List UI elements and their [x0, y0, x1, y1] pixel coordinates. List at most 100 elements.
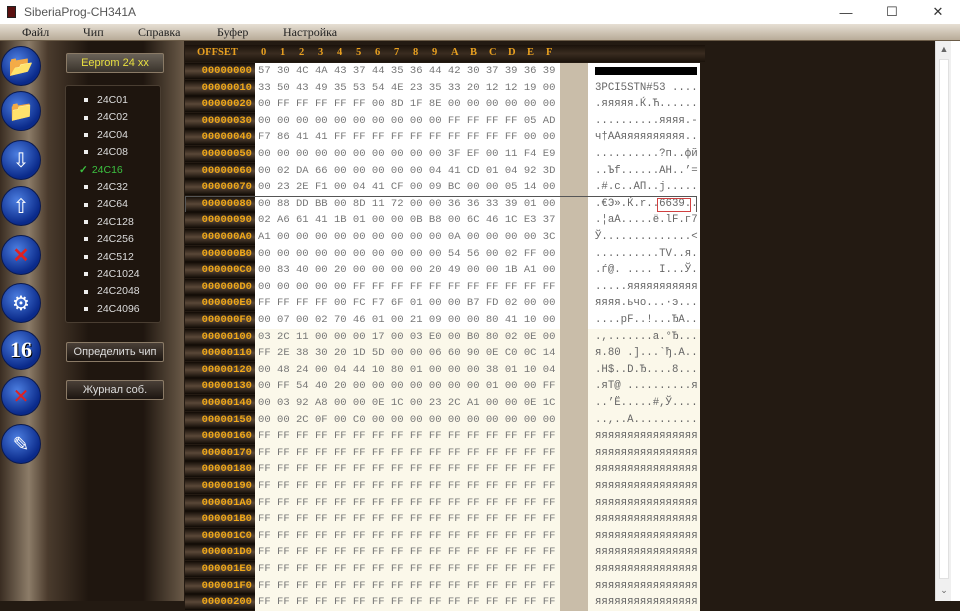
- row-bytes[interactable]: FF FF FF FF FF FF FF FF FF FF FF FF FF F…: [255, 561, 560, 578]
- row-ascii[interactable]: ч†AAяяяяяяяяяя..: [588, 129, 700, 147]
- row-bytes[interactable]: 00 07 00 02 70 46 01 00 21 09 00 00 80 4…: [255, 312, 560, 329]
- event-log-button[interactable]: Журнал соб.: [66, 380, 164, 400]
- row-bytes[interactable]: 03 2C 11 00 00 00 17 00 03 E0 00 B0 80 0…: [255, 328, 560, 346]
- row-ascii[interactable]: яяяяяяяяяяяяяяяя: [588, 527, 700, 545]
- hex-row[interactable]: 00000040 F7 86 41 41 FF FF FF FF FF FF F…: [185, 129, 700, 147]
- chip-item-24c512[interactable]: 24C512: [84, 249, 134, 265]
- row-bytes[interactable]: F7 86 41 41 FF FF FF FF FF FF FF FF FF F…: [255, 129, 560, 147]
- row-ascii[interactable]: ..........TV..я.: [588, 245, 700, 263]
- row-bytes[interactable]: FF FF FF FF FF FF FF FF FF FF FF FF FF F…: [255, 527, 560, 545]
- edit-icon[interactable]: ✎: [1, 424, 41, 464]
- hex-row[interactable]: 000001E0 FF FF FF FF FF FF FF FF FF FF F…: [185, 561, 700, 578]
- row-bytes[interactable]: 00 48 24 00 04 44 10 80 01 00 00 00 38 0…: [255, 361, 560, 379]
- row-ascii[interactable]: ..........яяяя.-: [588, 112, 700, 130]
- chip-item-24c1024[interactable]: 24C1024: [84, 266, 140, 282]
- row-ascii[interactable]: яяяяяяяяяяяяяяяя: [588, 444, 700, 462]
- hex-row[interactable]: 000000A0 A1 00 00 00 00 00 00 00 00 00 0…: [185, 229, 700, 246]
- row-ascii[interactable]: я.80 .]...`ђ.А..: [588, 345, 700, 363]
- row-bytes[interactable]: 00 88 DD BB 00 8D 11 72 00 00 36 36 33 3…: [255, 195, 560, 213]
- row-bytes[interactable]: 02 A6 61 41 1B 01 00 00 0B B8 00 6C 46 1…: [255, 212, 560, 230]
- hex-row[interactable]: 00000150 00 00 2C 0F 00 C0 00 00 00 00 0…: [185, 411, 700, 429]
- row-bytes[interactable]: 00 00 00 00 00 00 00 00 00 00 3F EF 00 1…: [255, 146, 560, 163]
- hex-row[interactable]: 00000070 00 23 2E F1 00 04 41 CF 00 09 B…: [185, 179, 700, 197]
- hex-row[interactable]: 000001A0 FF FF FF FF FF FF FF FF FF FF F…: [185, 494, 700, 512]
- row-bytes[interactable]: 00 00 2C 0F 00 C0 00 00 00 00 00 00 00 0…: [255, 411, 560, 429]
- chip-item-24c256[interactable]: 24C256: [84, 231, 134, 247]
- row-bytes[interactable]: 00 02 DA 66 00 00 00 00 00 04 41 CD 01 0…: [255, 162, 560, 180]
- row-ascii[interactable]: ..........?п..фй: [588, 146, 700, 163]
- hex-row[interactable]: 000000C0 00 83 40 00 20 00 00 00 00 20 4…: [185, 262, 700, 280]
- hex-row[interactable]: 00000160 FF FF FF FF FF FF FF FF FF FF F…: [185, 428, 700, 446]
- hex-row[interactable]: 00000130 00 FF 54 40 20 00 00 00 00 00 0…: [185, 378, 700, 396]
- chip-item-24c2048[interactable]: 24C2048: [84, 283, 140, 299]
- hex-row[interactable]: 00000060 00 02 DA 66 00 00 00 00 00 04 4…: [185, 162, 700, 180]
- hex-editor[interactable]: OFFSET 0 1 2 3 4 5 6 7 8 9 ABCDEF 00000000 57 30 4…: [185, 41, 935, 611]
- row-bytes[interactable]: FF FF FF FF FF FF FF FF FF FF FF FF FF F…: [255, 544, 560, 562]
- row-bytes[interactable]: FF FF FF FF FF FF FF FF FF FF FF FF FF F…: [255, 577, 560, 595]
- row-ascii[interactable]: яяяяяяяяяяяяяяяя: [588, 461, 700, 479]
- row-bytes[interactable]: FF FF FF FF FF FF FF FF FF FF FF FF FF F…: [255, 461, 560, 479]
- row-ascii[interactable]: яяяя.ьчo...·э...: [588, 295, 700, 313]
- chip-item-24c4096[interactable]: 24C4096: [84, 301, 140, 317]
- hex-row[interactable]: 00000100 03 2C 11 00 00 00 17 00 03 E0 0…: [185, 328, 700, 346]
- row-ascii[interactable]: 3PCI5STN#53 ....: [588, 79, 700, 97]
- hex-row[interactable]: 000001D0 FF FF FF FF FF FF FF FF FF FF F…: [185, 544, 700, 562]
- row-bytes[interactable]: 00 23 2E F1 00 04 41 CF 00 09 BC 00 00 0…: [255, 179, 560, 197]
- hex-row[interactable]: 00000110 FF 2E 38 30 20 1D 5D 00 00 06 6…: [185, 345, 700, 363]
- menu-buffer[interactable]: Буфер: [217, 25, 248, 40]
- hex-row[interactable]: 00000120 00 48 24 00 04 44 10 80 01 00 0…: [185, 361, 700, 379]
- row-bytes[interactable]: 00 00 00 00 00 FF FF FF FF FF FF FF FF F…: [255, 278, 560, 296]
- hex-row[interactable]: 00000000 57 30 4C 4A 43 37 44 35 36 44 4…: [185, 63, 700, 80]
- hex-row[interactable]: 000000E0 FF FF FF FF 00 FC F7 6F 01 00 0…: [185, 295, 700, 313]
- row-bytes[interactable]: FF 2E 38 30 20 1D 5D 00 00 06 60 90 0E C…: [255, 345, 560, 363]
- row-ascii[interactable]: ....pF..!...ЂA..: [588, 312, 700, 329]
- row-ascii[interactable]: .¦aA.....ё.lF.г7: [588, 212, 700, 230]
- row-ascii[interactable]: .яT@ ..........я: [588, 378, 700, 396]
- chip-item-24c128[interactable]: 24C128: [84, 214, 134, 230]
- row-ascii[interactable]: Ў..............<: [588, 229, 700, 246]
- row-ascii[interactable]: яяяяяяяяяяяяяяяя: [588, 511, 700, 529]
- scroll-up-icon[interactable]: ▲: [936, 44, 952, 54]
- chip-type-button[interactable]: Eeprom 24 xx: [66, 53, 164, 73]
- erase-chip-icon[interactable]: ✕: [1, 235, 41, 275]
- hex-row[interactable]: 00000190 FF FF FF FF FF FF FF FF FF FF F…: [185, 478, 700, 495]
- chip-item-24c02[interactable]: 24C02: [84, 109, 128, 125]
- maximize-button[interactable]: ☐: [869, 0, 915, 24]
- open-file-icon[interactable]: 📂: [1, 46, 41, 86]
- hex-row[interactable]: 000001F0 FF FF FF FF FF FF FF FF FF FF F…: [185, 577, 700, 595]
- row-bytes[interactable]: FF FF FF FF FF FF FF FF FF FF FF FF FF F…: [255, 511, 560, 529]
- row-ascii[interactable]: яяяяяяяяяяяяяяяя: [588, 594, 700, 611]
- row-ascii[interactable]: ..Ъf......AН..’=: [588, 162, 700, 180]
- hex-row[interactable]: 00000030 00 00 00 00 00 00 00 00 00 00 F…: [185, 112, 700, 130]
- chip-item-24c64[interactable]: 24C64: [84, 196, 128, 212]
- row-ascii[interactable]: ..’Ё.....#,Ў....: [588, 395, 700, 412]
- row-bytes[interactable]: A1 00 00 00 00 00 00 00 00 00 0A 00 00 0…: [255, 229, 560, 246]
- hex-row[interactable]: 00000090 02 A6 61 41 1B 01 00 00 0B B8 0…: [185, 212, 700, 230]
- menu-chip[interactable]: Чип: [83, 25, 104, 40]
- hex-row[interactable]: 000001C0 FF FF FF FF FF FF FF FF FF FF F…: [185, 527, 700, 545]
- vertical-scrollbar[interactable]: ▲ ⌄: [935, 41, 951, 601]
- hex-row[interactable]: 00000140 00 03 92 A8 00 00 0E 1C 00 23 2…: [185, 395, 700, 412]
- menu-help[interactable]: Справка: [138, 25, 180, 40]
- row-ascii[interactable]: яяяяяяяяяяяяяяяя: [588, 577, 700, 595]
- read-chip-icon[interactable]: ⇩: [1, 140, 41, 180]
- row-ascii[interactable]: яяяяяяяяяяяяяяяя: [588, 428, 700, 446]
- row-bytes[interactable]: 00 00 00 00 00 00 00 00 00 00 FF FF FF F…: [255, 112, 560, 130]
- hex-row[interactable]: 00000050 00 00 00 00 00 00 00 00 00 00 3…: [185, 146, 700, 163]
- save-file-icon[interactable]: 📁: [1, 91, 41, 131]
- hex-row[interactable]: 000001B0 FF FF FF FF FF FF FF FF FF FF F…: [185, 511, 700, 529]
- row-ascii[interactable]: .....яяяяяяяяяяя: [588, 278, 700, 296]
- close-button[interactable]: ✕: [915, 0, 960, 24]
- row-ascii[interactable]: .H$..D.Ђ....8...: [588, 361, 700, 379]
- row-bytes[interactable]: FF FF FF FF FF FF FF FF FF FF FF FF FF F…: [255, 444, 560, 462]
- chip-item-24c16[interactable]: ✓ 24C16: [79, 162, 123, 178]
- scroll-down-icon[interactable]: ⌄: [936, 585, 952, 596]
- row-ascii[interactable]: .#.с..AП..ј.....: [588, 179, 700, 197]
- menu-file[interactable]: Файл: [22, 25, 49, 40]
- row-bytes[interactable]: 00 FF FF FF FF FF 00 8D 1F 8E 00 00 00 0…: [255, 96, 560, 114]
- chip-item-24c04[interactable]: 24C04: [84, 127, 128, 143]
- chip-item-24c32[interactable]: 24C32: [84, 179, 128, 195]
- compare-icon[interactable]: ✕: [1, 376, 41, 416]
- hex-row[interactable]: 000000B0 00 00 00 00 00 00 00 00 00 00 5…: [185, 245, 700, 263]
- row-ascii[interactable]: яяяяяяяяяяяяяяяя: [588, 478, 700, 495]
